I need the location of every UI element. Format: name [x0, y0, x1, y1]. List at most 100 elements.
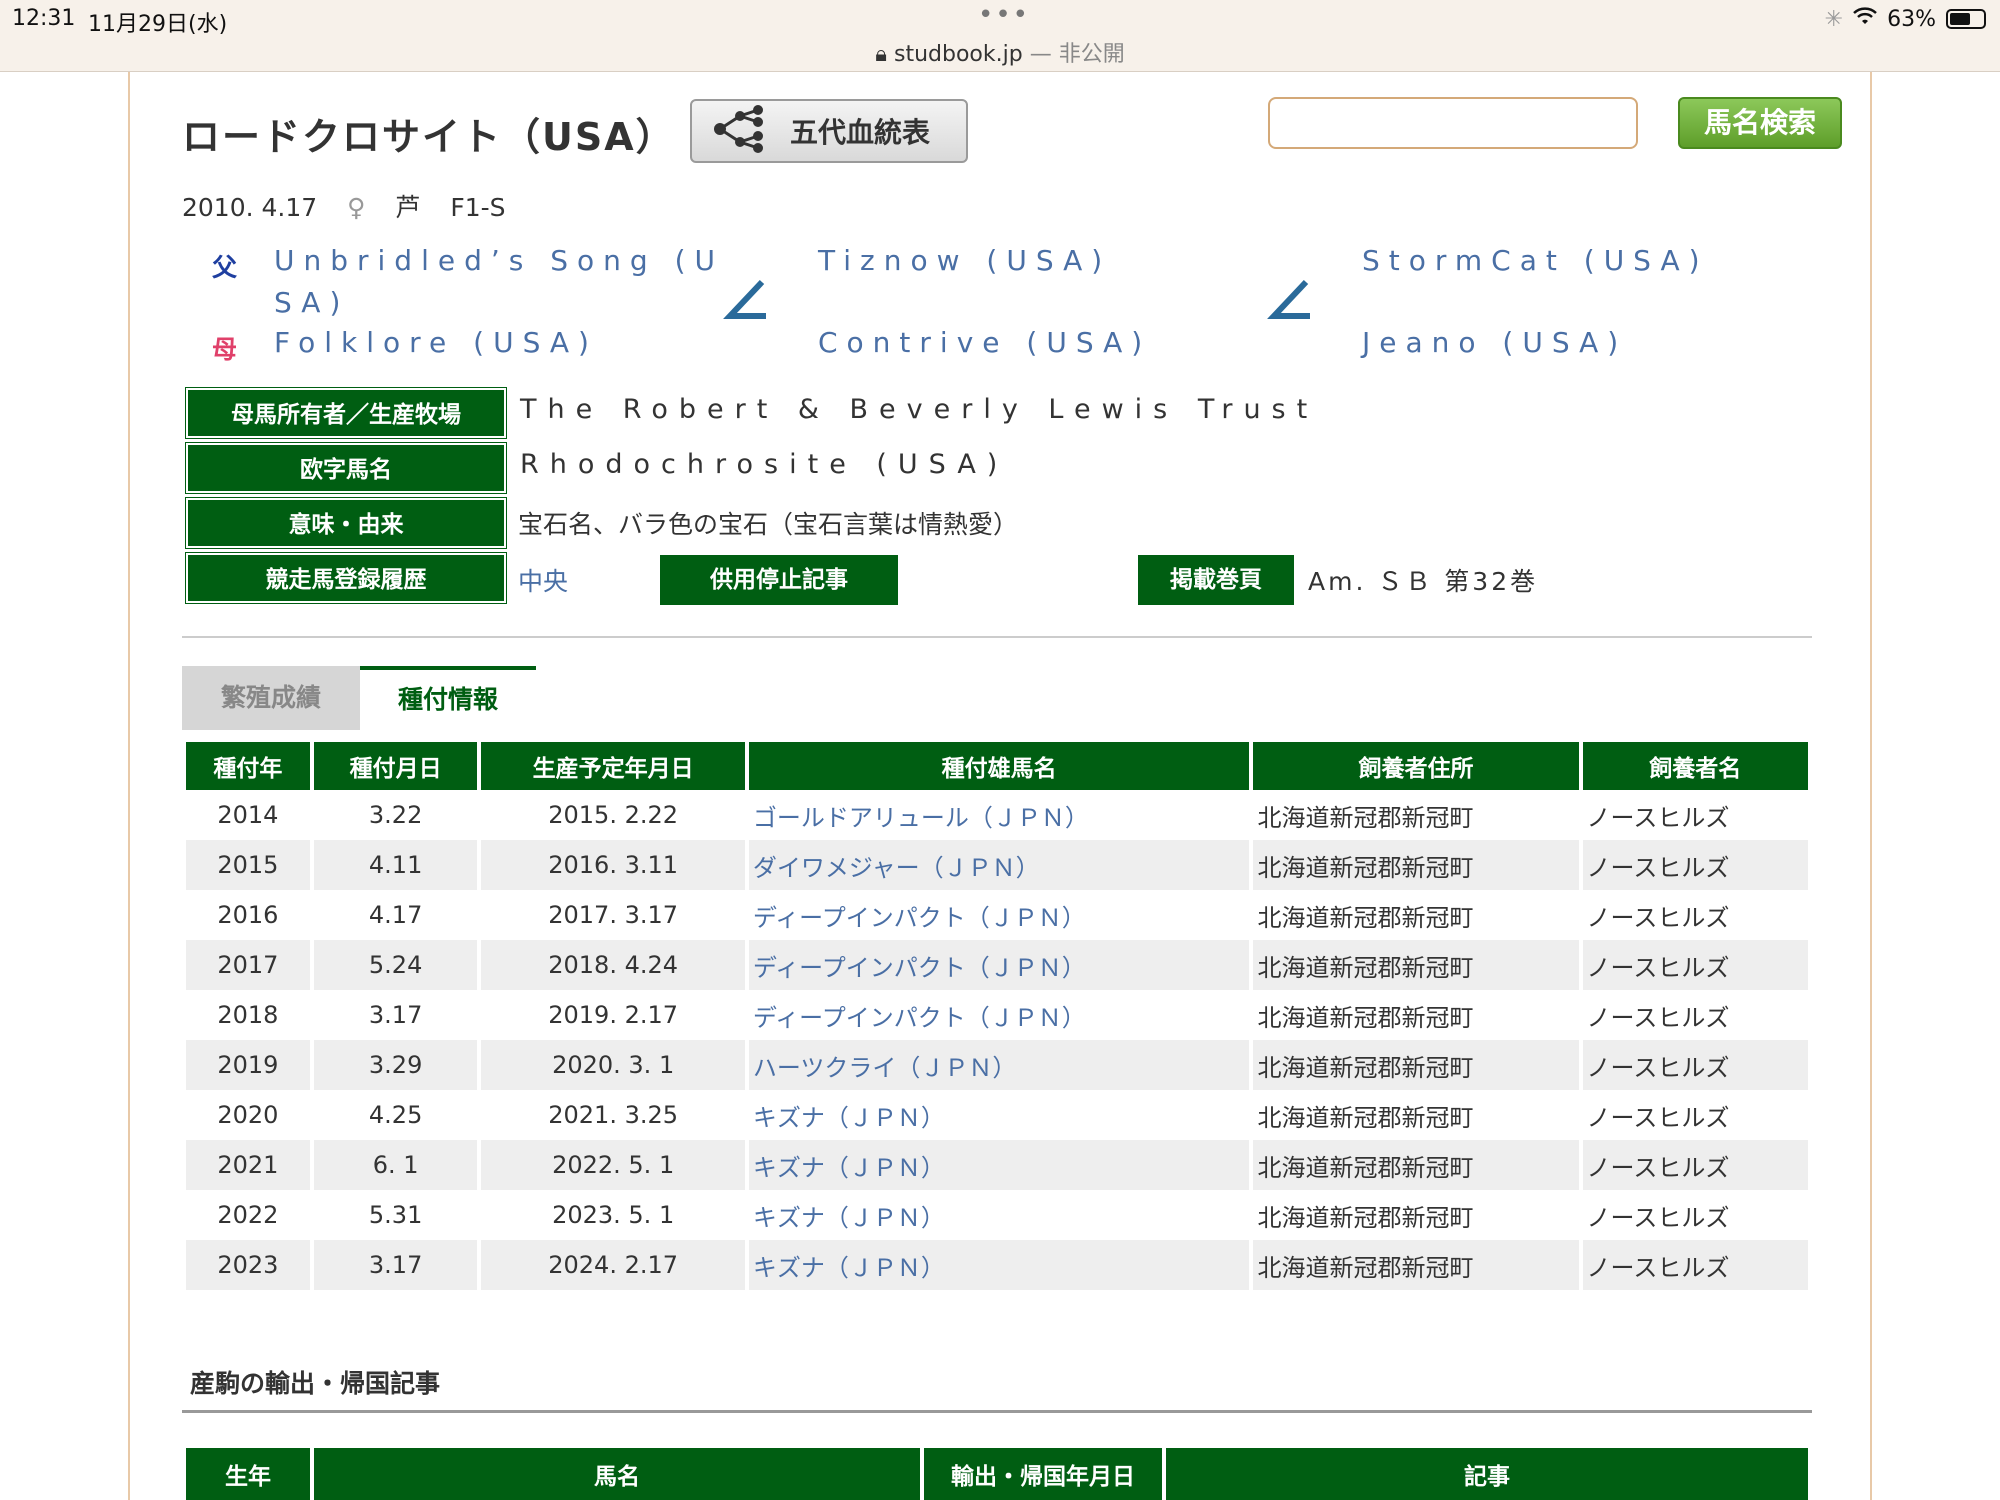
sire-name-line1[interactable]: Unbridled’s Song (U — [274, 244, 724, 277]
sire-sire-name[interactable]: Tiznow (USA) — [818, 244, 1111, 277]
mating-header-cell: 種付年 — [186, 740, 310, 790]
export-table-header: 生年 馬名 輸出・帰国年月日 記事 — [186, 1448, 1808, 1500]
export-header-cell: 輸出・帰国年月日 — [924, 1448, 1162, 1500]
mating-date: 4.25 — [313, 1090, 478, 1140]
mating-header-cell: 種付月日 — [313, 740, 478, 790]
tab-mating-info[interactable]: 種付情報 — [360, 666, 536, 730]
keeper-address: 北海道新冠郡新冠町 — [1253, 1140, 1579, 1190]
stallion-name-link[interactable]: キズナ（ＪＰＮ） — [748, 1090, 1250, 1140]
horse-name-search-button[interactable]: 馬名検索 — [1678, 97, 1842, 149]
stallion-name-link[interactable]: キズナ（ＪＰＮ） — [748, 1190, 1250, 1240]
stallion-name-link[interactable]: キズナ（ＪＰＮ） — [748, 1240, 1250, 1290]
keeper-name: ノースヒルズ — [1582, 940, 1808, 990]
pedigree-branch-icon-2 — [1266, 278, 1316, 332]
wifi-icon — [1853, 6, 1877, 32]
horse-meta: 2010. 4.17 ♀ 芦 F1-S — [182, 188, 528, 224]
mating-header-cell: 種付雄馬名 — [748, 740, 1250, 790]
keeper-address: 北海道新冠郡新冠町 — [1253, 990, 1579, 1040]
horse-name-title: ロードクロサイト（USA） — [182, 115, 676, 159]
roman-name-value: Rhodochrosite (USA) — [520, 449, 1009, 480]
dam-name[interactable]: Folklore (USA) — [274, 326, 598, 359]
keeper-name: ノースヒルズ — [1582, 1040, 1808, 1090]
mating-year: 2017 — [186, 940, 310, 990]
expected-birth-date: 2018. 4.24 — [481, 940, 745, 990]
owner-label: 母馬所有者／生産牧場 — [185, 387, 507, 439]
mating-year: 2021 — [186, 1140, 310, 1190]
horse-name-search-input[interactable] — [1268, 97, 1638, 149]
lock-icon: 🔒︎ — [875, 42, 887, 67]
keeper-address: 北海道新冠郡新冠町 — [1253, 1240, 1579, 1290]
multitask-dots[interactable]: ••• — [978, 0, 1030, 30]
section-divider — [182, 636, 1812, 638]
meaning-label: 意味・由来 — [185, 497, 507, 549]
table-row: 2019 3.29 2020. 3. 1 ハーツクライ（ＪＰＮ） 北海道新冠郡新冠町 ノー… — [186, 1040, 1808, 1090]
mating-year: 2016 — [186, 890, 310, 940]
export-header-cell: 記事 — [1166, 1448, 1808, 1500]
mating-table-header: 種付年 種付月日 生産予定年月日 種付雄馬名 飼養者住所 飼養者名 — [186, 740, 1808, 790]
volume-page-value: Am. ＳＢ 第32巻 — [1308, 567, 1539, 596]
keeper-address: 北海道新冠郡新冠町 — [1253, 1190, 1579, 1240]
keeper-name: ノースヒルズ — [1582, 1240, 1808, 1290]
stallion-name-link[interactable]: キズナ（ＪＰＮ） — [748, 1140, 1250, 1190]
five-generation-pedigree-button[interactable]: 五代血統表 — [690, 99, 968, 163]
dam-label: 母 — [212, 335, 238, 364]
battery-fill — [1950, 13, 1971, 25]
mating-date: 5.24 — [313, 940, 478, 990]
expected-birth-date: 2023. 5. 1 — [481, 1190, 745, 1240]
birth-date: 2010. 4.17 — [182, 193, 318, 222]
female-icon: ♀ — [347, 193, 366, 222]
table-row: 2014 3.22 2015. 2.22 ゴールドアリュール（ＪＰＮ） 北海道新冠郡新冠… — [186, 790, 1808, 840]
url-privacy: — 非公開 — [1029, 42, 1125, 67]
battery-percent: 63% — [1887, 6, 1936, 32]
address-bar[interactable]: 🔒︎ studbook.jp — 非公開 — [0, 36, 2000, 68]
keeper-address: 北海道新冠郡新冠町 — [1253, 940, 1579, 990]
stallion-name-link[interactable]: ディープインパクト（ＪＰＮ） — [748, 990, 1250, 1040]
keeper-name: ノースヒルズ — [1582, 890, 1808, 940]
stallion-name-link[interactable]: ハーツクライ（ＪＰＮ） — [748, 1040, 1250, 1090]
stallion-name-link[interactable]: ゴールドアリュール（ＪＰＮ） — [748, 790, 1250, 840]
keeper-name: ノースヒルズ — [1582, 990, 1808, 1040]
table-row: 2021 6. 1 2022. 5. 1 キズナ（ＪＰＮ） 北海道新冠郡新冠町 ノースヒル… — [186, 1140, 1808, 1190]
export-section-divider — [182, 1410, 1812, 1413]
volume-page-label: 掲載巻頁 — [1138, 555, 1294, 605]
table-row: 2018 3.17 2019. 2.17 ディープインパクト（ＪＰＮ） 北海道新冠郡新冠… — [186, 990, 1808, 1040]
race-history-link[interactable]: 中央 — [518, 562, 568, 598]
owner-value: The Robert & Beverly Lewis Trust — [520, 394, 1319, 425]
status-right: ✳ 63% — [1825, 6, 1986, 32]
table-row: 2022 5.31 2023. 5. 1 キズナ（ＪＰＮ） 北海道新冠郡新冠町 ノースヒル… — [186, 1190, 1808, 1240]
sire-dam-name[interactable]: Contrive (USA) — [818, 326, 1151, 359]
mating-date: 4.11 — [313, 840, 478, 890]
mating-date: 3.29 — [313, 1040, 478, 1090]
status-date: 11月29日(水) — [88, 12, 228, 37]
stallion-name-link[interactable]: ディープインパクト（ＪＰＮ） — [748, 890, 1250, 940]
mating-header-cell: 生産予定年月日 — [481, 740, 745, 790]
export-table: 生年 馬名 輸出・帰国年月日 記事 — [182, 1448, 1812, 1500]
mating-year: 2019 — [186, 1040, 310, 1090]
dam-sire-name[interactable]: StormCat (USA) — [1362, 244, 1709, 277]
export-section-title: 産駒の輸出・帰国記事 — [190, 1369, 441, 1398]
pedigree-branch-icon — [722, 278, 772, 332]
stallion-name-link[interactable]: ディープインパクト（ＪＰＮ） — [748, 940, 1250, 990]
keeper-name: ノースヒルズ — [1582, 840, 1808, 890]
mating-date: 5.31 — [313, 1190, 478, 1240]
expected-birth-date: 2015. 2.22 — [481, 790, 745, 840]
retirement-record-button[interactable]: 供用停止記事 — [660, 555, 898, 605]
keeper-name: ノースヒルズ — [1582, 1090, 1808, 1140]
expected-birth-date: 2019. 2.17 — [481, 990, 745, 1040]
grade: F1-S — [450, 193, 506, 222]
mating-header-cell: 飼養者名 — [1582, 740, 1808, 790]
coat-color: 芦 — [395, 193, 421, 222]
tab-breeding-record[interactable]: 繁殖成績 — [182, 666, 360, 730]
table-row: 2023 3.17 2024. 2.17 キズナ（ＪＰＮ） 北海道新冠郡新冠町 ノースヒル… — [186, 1240, 1808, 1290]
mating-table: 種付年 種付月日 生産予定年月日 種付雄馬名 飼養者住所 飼養者名 2014 3.22 201… — [182, 740, 1812, 1290]
mating-date: 3.17 — [313, 1240, 478, 1290]
keeper-address: 北海道新冠郡新冠町 — [1253, 790, 1579, 840]
expected-birth-date: 2022. 5. 1 — [481, 1140, 745, 1190]
sire-name-line2[interactable]: SA) — [274, 286, 349, 319]
battery-icon — [1946, 9, 1986, 29]
mating-year: 2014 — [186, 790, 310, 840]
status-bar: 12:31 11月29日(水) ••• 🔒︎ studbook.jp — 非公開… — [0, 0, 2000, 72]
keeper-address: 北海道新冠郡新冠町 — [1253, 1040, 1579, 1090]
stallion-name-link[interactable]: ダイワメジャー（ＪＰＮ） — [748, 840, 1250, 890]
dam-dam-name[interactable]: Jeano (USA) — [1362, 326, 1627, 359]
